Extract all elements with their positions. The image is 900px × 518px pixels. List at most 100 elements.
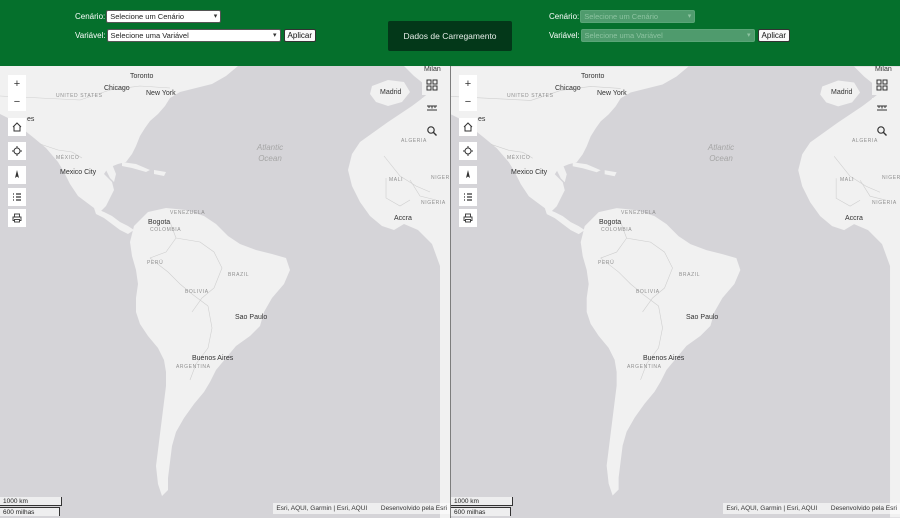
label-mexico-city: Mexico City [60,169,97,176]
central-america-landmass [94,208,134,234]
label-mexico-city: Mexico City [511,169,548,176]
hispaniola-landmass [604,170,617,177]
attribution-powered-by[interactable]: Desenvolvido pela Esri [831,505,897,512]
label-sao-paulo: Sao Paulo [235,314,268,321]
label-mali: MALI [389,177,404,183]
label-atlantic-ocean: Atlantic Ocean [699,142,743,164]
right-variavel-select[interactable]: Selecione uma Variável ▾ [580,29,755,42]
compass-icon [466,170,470,178]
zoom-in-button[interactable]: + [459,75,477,93]
print-button[interactable] [459,209,477,227]
list-icon [13,193,21,201]
left-map-view[interactable]: + − Toronto Chicago New York es Madrid M… [0,66,450,518]
label-toronto: Toronto [581,73,605,80]
label-brazil: BRAZIL [679,272,701,278]
left-cenario-select[interactable]: Selecione um Cenário ▾ [106,10,222,23]
cuba-landmass [122,162,150,172]
left-map-land [0,66,450,518]
left-variavel-label: Variável: [75,31,106,40]
label-bogota: Bogota [148,219,171,226]
label-peru: PERÚ [598,260,615,266]
printer-icon [12,213,22,223]
minus-icon: − [13,96,21,108]
left-cenario-row: Cenário: Selecione um Cenário ▾ [75,10,222,23]
cuba-landmass [572,162,601,173]
label-mali: MALI [840,177,855,183]
label-sao-paulo: Sao Paulo [686,314,719,321]
load-data-button[interactable]: Dados de Carregamento [388,21,512,51]
label-bogota: Bogota [599,219,622,226]
label-toronto: Toronto [130,73,154,80]
zoom-out-button[interactable]: − [8,93,26,111]
locate-button[interactable] [8,142,26,160]
home-button[interactable] [8,118,26,136]
right-apply-button[interactable]: Aplicar [757,29,790,42]
africa-landmass [348,76,450,518]
label-niger: NIGER [882,175,900,181]
label-peru: PERÚ [147,260,164,266]
label-venezuela: VENEZUELA [621,210,657,216]
measure-button[interactable] [422,98,442,118]
zoom-out-button[interactable]: − [459,93,477,111]
label-niger: NIGER [431,175,450,181]
label-milan: Milan [875,66,892,73]
label-milan: Milan [424,66,441,73]
right-cenario-label: Cenário: [549,12,580,21]
compass-button[interactable] [8,166,26,184]
ocean-line-2: Ocean [709,154,733,163]
right-cenario-select[interactable]: Selecione um Cenário ▾ [580,10,696,23]
label-nigeria: NIGERIA [872,200,897,206]
ocean-line-1: Atlantic [256,143,284,152]
ruler-icon [877,105,887,111]
chevron-down-icon: ▾ [213,13,218,20]
label-buenos-aires: Buenos Aires [192,355,234,362]
locate-button[interactable] [459,142,477,160]
right-map-view[interactable]: + − Toronto Chicago New York es Madrid M… [451,66,900,518]
layer-list-button[interactable] [459,188,477,206]
label-usa: UNITED STATES [56,93,103,99]
central-america-landmass [544,208,585,235]
scale-bar-miles: 600 milhas [451,507,511,516]
print-button[interactable] [8,209,26,227]
left-cenario-select-value: Selecione um Cenário [110,12,185,21]
right-map-land [451,66,900,518]
label-buenos-aires: Buenos Aires [643,355,685,362]
compass-icon [15,170,19,178]
home-button[interactable] [459,118,477,136]
home-icon [463,122,473,132]
label-algeria: ALGERIA [852,138,878,144]
basemap-gallery-button[interactable] [422,75,442,95]
measure-button[interactable] [872,98,892,118]
right-variavel-select-value: Selecione uma Variável [584,31,663,40]
left-variavel-select[interactable]: Selecione uma Variável ▾ [106,29,281,42]
attribution-sources: Esri, AQUI, Garmin | Esri, AQUI [726,505,818,512]
minus-icon: − [464,96,472,108]
scale-bar-miles: 600 milhas [0,507,60,516]
attribution-sources: Esri, AQUI, Garmin | Esri, AQUI [276,505,368,512]
printer-icon [463,213,473,223]
left-variavel-row: Variável: Selecione uma Variável ▾ Aplic… [75,29,316,42]
scale-bar-km: 1000 km [0,497,62,506]
label-atlantic-ocean: Atlantic Ocean [248,142,292,164]
label-usa: UNITED STATES [507,93,554,99]
label-bolivia: BOLIVIA [636,289,660,295]
label-accra: Accra [845,215,863,222]
plus-icon: + [13,78,21,90]
search-icon [427,126,437,136]
layer-list-button[interactable] [8,188,26,206]
zoom-in-button[interactable]: + [8,75,26,93]
label-new-york: New York [597,90,627,97]
basemap-gallery-button[interactable] [872,75,892,95]
africa-landmass [798,76,900,518]
left-apply-button[interactable]: Aplicar [283,29,316,42]
compass-button[interactable] [459,166,477,184]
label-mexico: MÉXICO [507,155,531,161]
grid-icon [876,79,888,91]
chevron-down-icon: ▾ [687,13,692,20]
label-venezuela: VENEZUELA [170,210,206,216]
top-toolbar: Cenário: Selecione um Cenário ▾ Variável… [0,0,900,66]
attribution-powered-by[interactable]: Desenvolvido pela Esri [381,505,447,512]
label-chicago: Chicago [555,85,581,92]
map-attribution: Esri, AQUI, Garmin | Esri, AQUI Desenvol… [273,503,450,514]
label-chicago: Chicago [104,85,130,92]
